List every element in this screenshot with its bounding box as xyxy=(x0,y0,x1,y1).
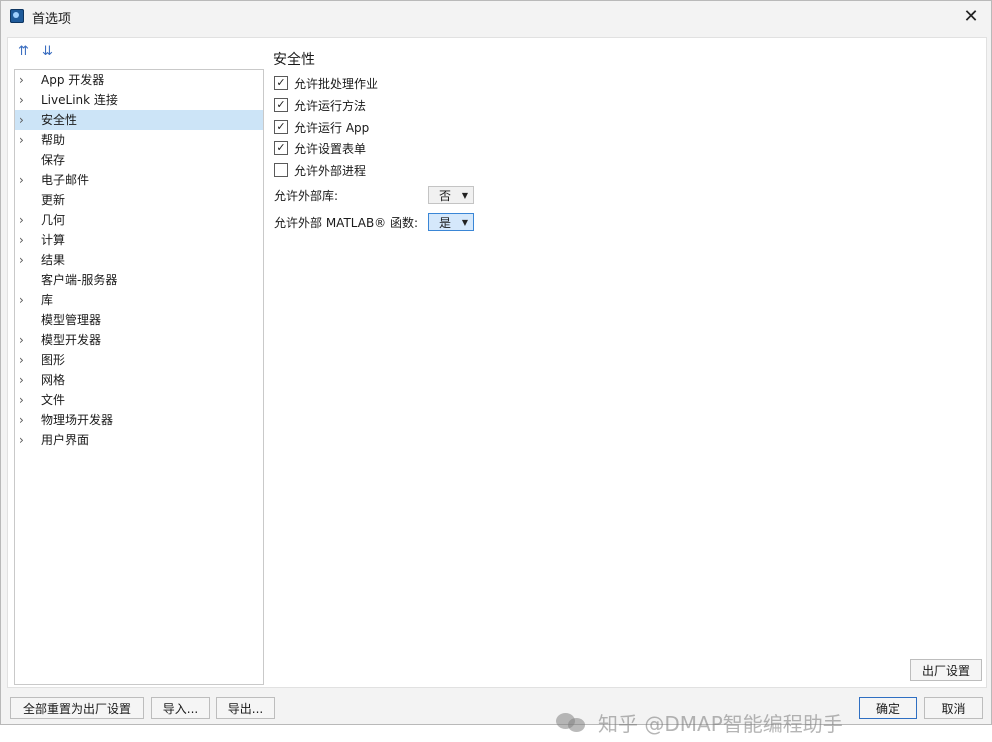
tree-item-label: 几何 xyxy=(41,213,66,227)
dropdown-value: 否 xyxy=(439,188,452,203)
title-bar: 首选项 ✕ xyxy=(1,1,991,31)
chevron-right-icon[interactable]: › xyxy=(19,90,29,110)
chevron-right-icon[interactable]: › xyxy=(19,330,29,350)
checkbox-label: 允许批处理作业 xyxy=(294,76,379,91)
tree-item[interactable]: › App 开发器 xyxy=(15,70,263,90)
tree-item-label: 物理场开发器 xyxy=(41,413,114,427)
tree-item-label: 库 xyxy=(41,293,54,307)
tree-item-label: 保存 xyxy=(41,153,66,167)
security-checkbox-row[interactable]: ✓ 允许运行 App xyxy=(274,118,369,136)
tree-item-label: 安全性 xyxy=(41,113,78,127)
select-label: 允许外部库: xyxy=(274,188,339,203)
security-checkbox-row[interactable]: ✓ 允许设置表单 xyxy=(274,139,366,157)
chevron-right-icon[interactable]: › xyxy=(19,290,29,310)
tree-item-label: 模型开发器 xyxy=(41,333,102,347)
tree-item-label: 帮助 xyxy=(41,133,66,147)
tree-item-label: 计算 xyxy=(41,233,66,247)
wechat-logo-icon xyxy=(556,710,586,734)
checkbox-checked[interactable]: ✓ xyxy=(274,98,288,112)
checkbox-label: 允许设置表单 xyxy=(294,141,367,156)
section-title: 安全性 xyxy=(273,52,315,68)
tree-item[interactable]: › LiveLink 连接 xyxy=(15,90,263,110)
tree-item[interactable]: › 网格 xyxy=(15,370,263,390)
factory-reset-button[interactable]: 出厂设置 xyxy=(910,659,982,681)
tree-item[interactable]: › 帮助 xyxy=(15,130,263,150)
tree-item-label: 网格 xyxy=(41,373,66,387)
chevron-right-icon[interactable]: › xyxy=(19,350,29,370)
tree-item[interactable]: › 几何 xyxy=(15,210,263,230)
export-button[interactable]: 导出... xyxy=(216,697,275,719)
reset-all-button[interactable]: 全部重置为出厂设置 xyxy=(10,697,144,719)
chevron-right-icon[interactable]: › xyxy=(19,110,29,130)
tree-item[interactable]: › 用户界面 xyxy=(15,430,263,450)
tree-item-label: 更新 xyxy=(41,193,66,207)
close-icon[interactable]: ✕ xyxy=(957,3,985,29)
chevron-right-icon[interactable]: › xyxy=(19,170,29,190)
ok-button[interactable]: 确定 xyxy=(859,697,917,719)
chevron-right-icon[interactable]: › xyxy=(19,370,29,390)
chevron-down-icon: ▼ xyxy=(461,217,468,227)
checkbox-checked[interactable]: ✓ xyxy=(274,141,288,155)
tree-item-label: 图形 xyxy=(41,353,66,367)
tree-item-label: 模型管理器 xyxy=(41,313,102,327)
tree-item[interactable]: › 物理场开发器 xyxy=(15,410,263,430)
checkbox-label: 允许外部进程 xyxy=(294,163,367,178)
preferences-tree[interactable]: › App 开发器 › LiveLink 连接 › 安全性 › 帮助 保存 › 电子邮件 更新 › 几何 ›… xyxy=(14,69,264,685)
tree-toolbar: ⇈ ⇊ xyxy=(18,44,60,62)
tree-item[interactable]: › 计算 xyxy=(15,230,263,250)
tree-item[interactable]: › 图形 xyxy=(15,350,263,370)
chevron-right-icon[interactable]: › xyxy=(19,210,29,230)
checkbox-checked[interactable]: ✓ xyxy=(274,76,288,90)
checkbox-unchecked[interactable] xyxy=(274,163,288,177)
tree-item[interactable]: 保存 xyxy=(15,150,263,170)
permission-dropdown[interactable]: 否 ▼ xyxy=(428,186,474,204)
window-title: 首选项 xyxy=(32,12,72,27)
tree-item[interactable]: 更新 xyxy=(15,190,263,210)
cancel-button[interactable]: 取消 xyxy=(924,697,983,719)
checkbox-checked[interactable]: ✓ xyxy=(274,120,288,134)
checkbox-label: 允许运行 App xyxy=(294,120,370,135)
security-select-row: 允许外部 MATLAB® 函数: 是 ▼ xyxy=(274,211,474,233)
chevron-right-icon[interactable]: › xyxy=(19,130,29,150)
security-checkbox-row[interactable]: ✓ 允许批处理作业 xyxy=(274,74,378,92)
tree-item-label: 用户界面 xyxy=(41,433,90,447)
dropdown-value: 是 xyxy=(439,215,452,230)
watermark: 知乎 @DMAP智能编程助手 xyxy=(556,702,843,742)
dialog-content: ⇈ ⇊ › App 开发器 › LiveLink 连接 › 安全性 › 帮助保存 › 电子邮件更新… xyxy=(7,37,987,736)
tree-item[interactable]: › 模型开发器 xyxy=(15,330,263,350)
select-label: 允许外部 MATLAB® 函数: xyxy=(274,215,419,230)
app-icon xyxy=(10,9,24,23)
security-select-row: 允许外部库: 否 ▼ xyxy=(274,184,474,206)
tree-item[interactable]: › 结果 xyxy=(15,250,263,270)
tree-item-label: 客户端-服务器 xyxy=(41,273,118,287)
tree-item[interactable]: 模型管理器 xyxy=(15,310,263,330)
chevron-right-icon[interactable]: › xyxy=(19,410,29,430)
tree-item-label: LiveLink 连接 xyxy=(41,93,118,107)
permission-dropdown[interactable]: 是 ▼ xyxy=(428,213,474,231)
tree-item-label: 结果 xyxy=(41,253,66,267)
security-checkbox-row[interactable]: ✓ 允许运行方法 xyxy=(274,96,366,114)
tree-item[interactable]: › 安全性 xyxy=(15,110,263,130)
checkbox-label: 允许运行方法 xyxy=(294,98,367,113)
chevron-right-icon[interactable]: › xyxy=(19,390,29,410)
tree-item[interactable]: › 电子邮件 xyxy=(15,170,263,190)
tree-item[interactable]: 客户端-服务器 xyxy=(15,270,263,290)
chevron-right-icon[interactable]: › xyxy=(19,430,29,450)
chevron-down-icon: ▼ xyxy=(461,190,468,200)
import-button[interactable]: 导入... xyxy=(151,697,210,719)
chevron-right-icon[interactable]: › xyxy=(19,250,29,270)
tree-item-label: App 开发器 xyxy=(41,73,105,87)
expand-all-icon[interactable]: ⇈ xyxy=(18,44,36,60)
tree-item-label: 文件 xyxy=(41,393,66,407)
security-checkbox-row[interactable]: 允许外部进程 xyxy=(274,161,366,179)
tree-item-label: 电子邮件 xyxy=(41,173,90,187)
collapse-all-icon[interactable]: ⇊ xyxy=(42,44,60,60)
chevron-right-icon[interactable]: › xyxy=(19,70,29,90)
tree-item[interactable]: › 文件 xyxy=(15,390,263,410)
tree-item[interactable]: › 库 xyxy=(15,290,263,310)
watermark-text: 知乎 @DMAP智能编程助手 xyxy=(598,711,843,736)
preferences-window: 首选项 ✕ ⇈ ⇊ › App 开发器 › LiveLink 连接 › 安全性 › 帮助保存 ›… xyxy=(0,0,992,736)
chevron-right-icon[interactable]: › xyxy=(19,230,29,250)
